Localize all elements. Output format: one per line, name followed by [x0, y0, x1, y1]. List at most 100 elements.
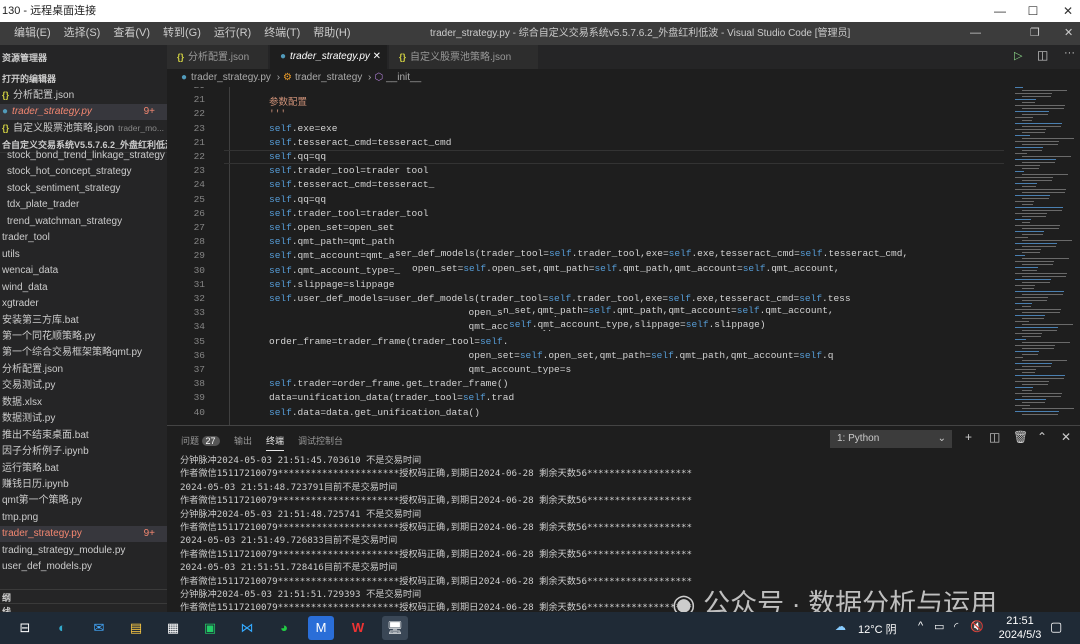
weather-text[interactable]: 12°C 阴: [858, 621, 897, 637]
tree-item[interactable]: tdx_plate_trader: [0, 197, 167, 213]
tab-1[interactable]: {} 分析配置.json: [167, 45, 269, 69]
maximize-button[interactable]: ☐: [1015, 0, 1051, 22]
menu-item[interactable]: 转到(G): [163, 22, 201, 45]
split-editor-icon[interactable]: ◫: [1037, 48, 1048, 62]
tree-item[interactable]: user_def_models.py: [0, 559, 167, 575]
code-line[interactable]: self.user_def_models=user_def_models(tra…: [269, 293, 851, 304]
code-line[interactable]: open_set=self.open_set,qmt_path=self.qmt…: [269, 350, 834, 361]
code-line[interactable]: self.qq=qq: [269, 151, 326, 162]
tree-item[interactable]: trader_strategy.py 9+: [0, 526, 167, 543]
tree-item[interactable]: 赚钱日历.ipynb: [0, 477, 167, 493]
trash-icon[interactable]: 🗑: [1013, 430, 1028, 444]
store-icon[interactable]: ▦: [160, 616, 186, 640]
mail-icon[interactable]: ✉: [86, 616, 112, 640]
wps-icon[interactable]: W: [345, 616, 371, 640]
timeline-header[interactable]: 线: [0, 603, 167, 612]
file-explorer-icon[interactable]: ▤: [123, 616, 149, 640]
remote-desktop-icon[interactable]: 🖥: [382, 616, 408, 640]
tree-item[interactable]: xgtrader: [0, 296, 167, 312]
code-line[interactable]: self.tesseract_cmd=tesseract_cmd: [269, 137, 451, 148]
volume-muted-icon[interactable]: 🔇: [970, 620, 984, 633]
breadcrumb-file[interactable]: trader_strategy.py: [191, 72, 271, 83]
menu-item[interactable]: 帮助(H): [313, 22, 350, 45]
menu-item[interactable]: 选择(S): [64, 22, 101, 45]
tree-item[interactable]: 因子分析例子.ipynb: [0, 444, 167, 460]
close-button[interactable]: ✕: [1050, 0, 1080, 22]
new-terminal-icon[interactable]: +: [965, 430, 972, 444]
split-terminal-icon[interactable]: ◫: [989, 430, 1000, 444]
minimize-button[interactable]: —: [982, 0, 1018, 22]
clock-time[interactable]: 21:51: [1000, 615, 1040, 627]
tree-item[interactable]: 第一个同花顺策略.py: [0, 329, 167, 345]
tree-item[interactable]: 推出不结束桌面.bat: [0, 428, 167, 444]
breadcrumb-class[interactable]: trader_strategy: [295, 72, 362, 83]
menu-item[interactable]: 终端(T): [264, 22, 300, 45]
tree-item[interactable]: trader_tool: [0, 230, 167, 246]
tab-debug-console[interactable]: 调试控制台: [298, 434, 343, 447]
tree-item[interactable]: trading_strategy_module.py: [0, 543, 167, 559]
run-icon[interactable]: ▷: [1014, 49, 1022, 62]
tab-output[interactable]: 输出: [234, 434, 252, 447]
code-line[interactable]: self.trader_tool=trader_tool: [269, 208, 429, 219]
tree-item[interactable]: stock_bond_trend_linkage_strategy: [0, 148, 167, 164]
code-line[interactable]: self.qmt_account=qmt_a: [269, 250, 394, 261]
terminal-select[interactable]: 1: Python ⌄: [830, 430, 952, 448]
terminal-output[interactable]: 分钟脉冲2024-05-03 21:51:45.703610 不是交易时间 作者微…: [180, 454, 692, 628]
chevron-up-icon[interactable]: ^: [918, 620, 923, 632]
minimap[interactable]: [1005, 87, 1080, 425]
open-editor-item[interactable]: {} 分析配置.json: [0, 87, 167, 103]
tab-problems[interactable]: 问题 27: [181, 434, 220, 447]
tree-item[interactable]: 安装第三方库.bat: [0, 313, 167, 329]
code-editor[interactable]: 20 21 参数配置 22 ''' 23 self.exe=exe 21 self.tesser…: [167, 87, 1005, 425]
code-line[interactable]: self.data=data.get_unification_data(): [269, 407, 480, 418]
open-editor-item[interactable]: ● trader_strategy.py 9+: [0, 103, 167, 120]
code-line[interactable]: ''': [269, 108, 286, 119]
tree-item[interactable]: 数据.xlsx: [0, 395, 167, 411]
code-line[interactable]: order_frame=trader_frame(trader_tool=sel…: [269, 336, 508, 347]
tree-item[interactable]: wencai_data: [0, 263, 167, 279]
code-line[interactable]: qmt_account_type=s: [269, 364, 572, 375]
tree-item[interactable]: stock_sentiment_strategy: [0, 181, 167, 197]
weather-icon[interactable]: ☁: [835, 620, 846, 633]
battery-icon[interactable]: ▭: [934, 620, 944, 633]
vscode-icon[interactable]: ⋈: [234, 616, 260, 640]
app-m-icon[interactable]: M: [308, 616, 334, 640]
menu-item[interactable]: 编辑(E): [14, 22, 51, 45]
code-line[interactable]: self.qq=qq: [269, 194, 326, 205]
tree-item[interactable]: 第一个综合交易框架策略qmt.py: [0, 345, 167, 361]
breadcrumb-method[interactable]: __init__: [386, 72, 421, 83]
code-line[interactable]: self.exe=exe: [269, 123, 337, 134]
open-editor-item[interactable]: {} 自定义股票池策略.json trader_mo...: [0, 120, 167, 136]
vs-close-button[interactable]: ✕: [1064, 22, 1073, 45]
tree-item[interactable]: 运行策略.bat: [0, 461, 167, 477]
code-line[interactable]: self.tesseract_cmd=tesseract_: [269, 179, 434, 190]
wifi-icon[interactable]: ◜: [954, 620, 958, 633]
code-line[interactable]: self.trader=order_frame.get_trader_frame…: [269, 378, 508, 389]
vs-restore-button[interactable]: ❐: [1030, 22, 1040, 45]
tree-item[interactable]: 数据测试.py: [0, 411, 167, 427]
menu-item[interactable]: 运行(R): [214, 22, 251, 45]
wechat-app-icon[interactable]: ◕: [271, 616, 297, 640]
vs-minimize-button[interactable]: —: [970, 22, 981, 45]
tree-item[interactable]: 交易测试.py: [0, 378, 167, 394]
menu-item[interactable]: 查看(V): [113, 22, 150, 45]
code-line[interactable]: self.slippage=slippage: [269, 279, 394, 290]
tree-item[interactable]: tmp.png: [0, 510, 167, 526]
close-panel-icon[interactable]: ✕: [1061, 430, 1071, 444]
tree-item[interactable]: trend_watchman_strategy: [0, 214, 167, 230]
code-line[interactable]: data=unification_data(trader_tool=self.t…: [269, 392, 514, 403]
tab-2[interactable]: ● trader_strategy.py ✕: [270, 45, 388, 69]
code-line[interactable]: self.open_set=open_set: [269, 222, 394, 233]
tab-3[interactable]: {} 自定义股票池策略.json: [389, 45, 539, 69]
clock-date[interactable]: 2024/5/3: [990, 629, 1050, 641]
maximize-panel-icon[interactable]: ⌃: [1037, 430, 1047, 444]
open-editors-header[interactable]: 打开的编辑器: [0, 71, 167, 87]
close-tab-icon[interactable]: ✕: [370, 51, 381, 62]
tree-item[interactable]: qmt第一个策略.py: [0, 493, 167, 509]
more-actions-icon[interactable]: ···: [1064, 47, 1075, 59]
code-line[interactable]: self.qmt_account_type=_: [269, 265, 400, 276]
notification-icon[interactable]: ▢: [1050, 619, 1062, 635]
code-line[interactable]: 参数配置: [269, 94, 307, 108]
tab-terminal[interactable]: 终端: [266, 434, 285, 451]
tree-item[interactable]: 分析配置.json: [0, 362, 167, 378]
